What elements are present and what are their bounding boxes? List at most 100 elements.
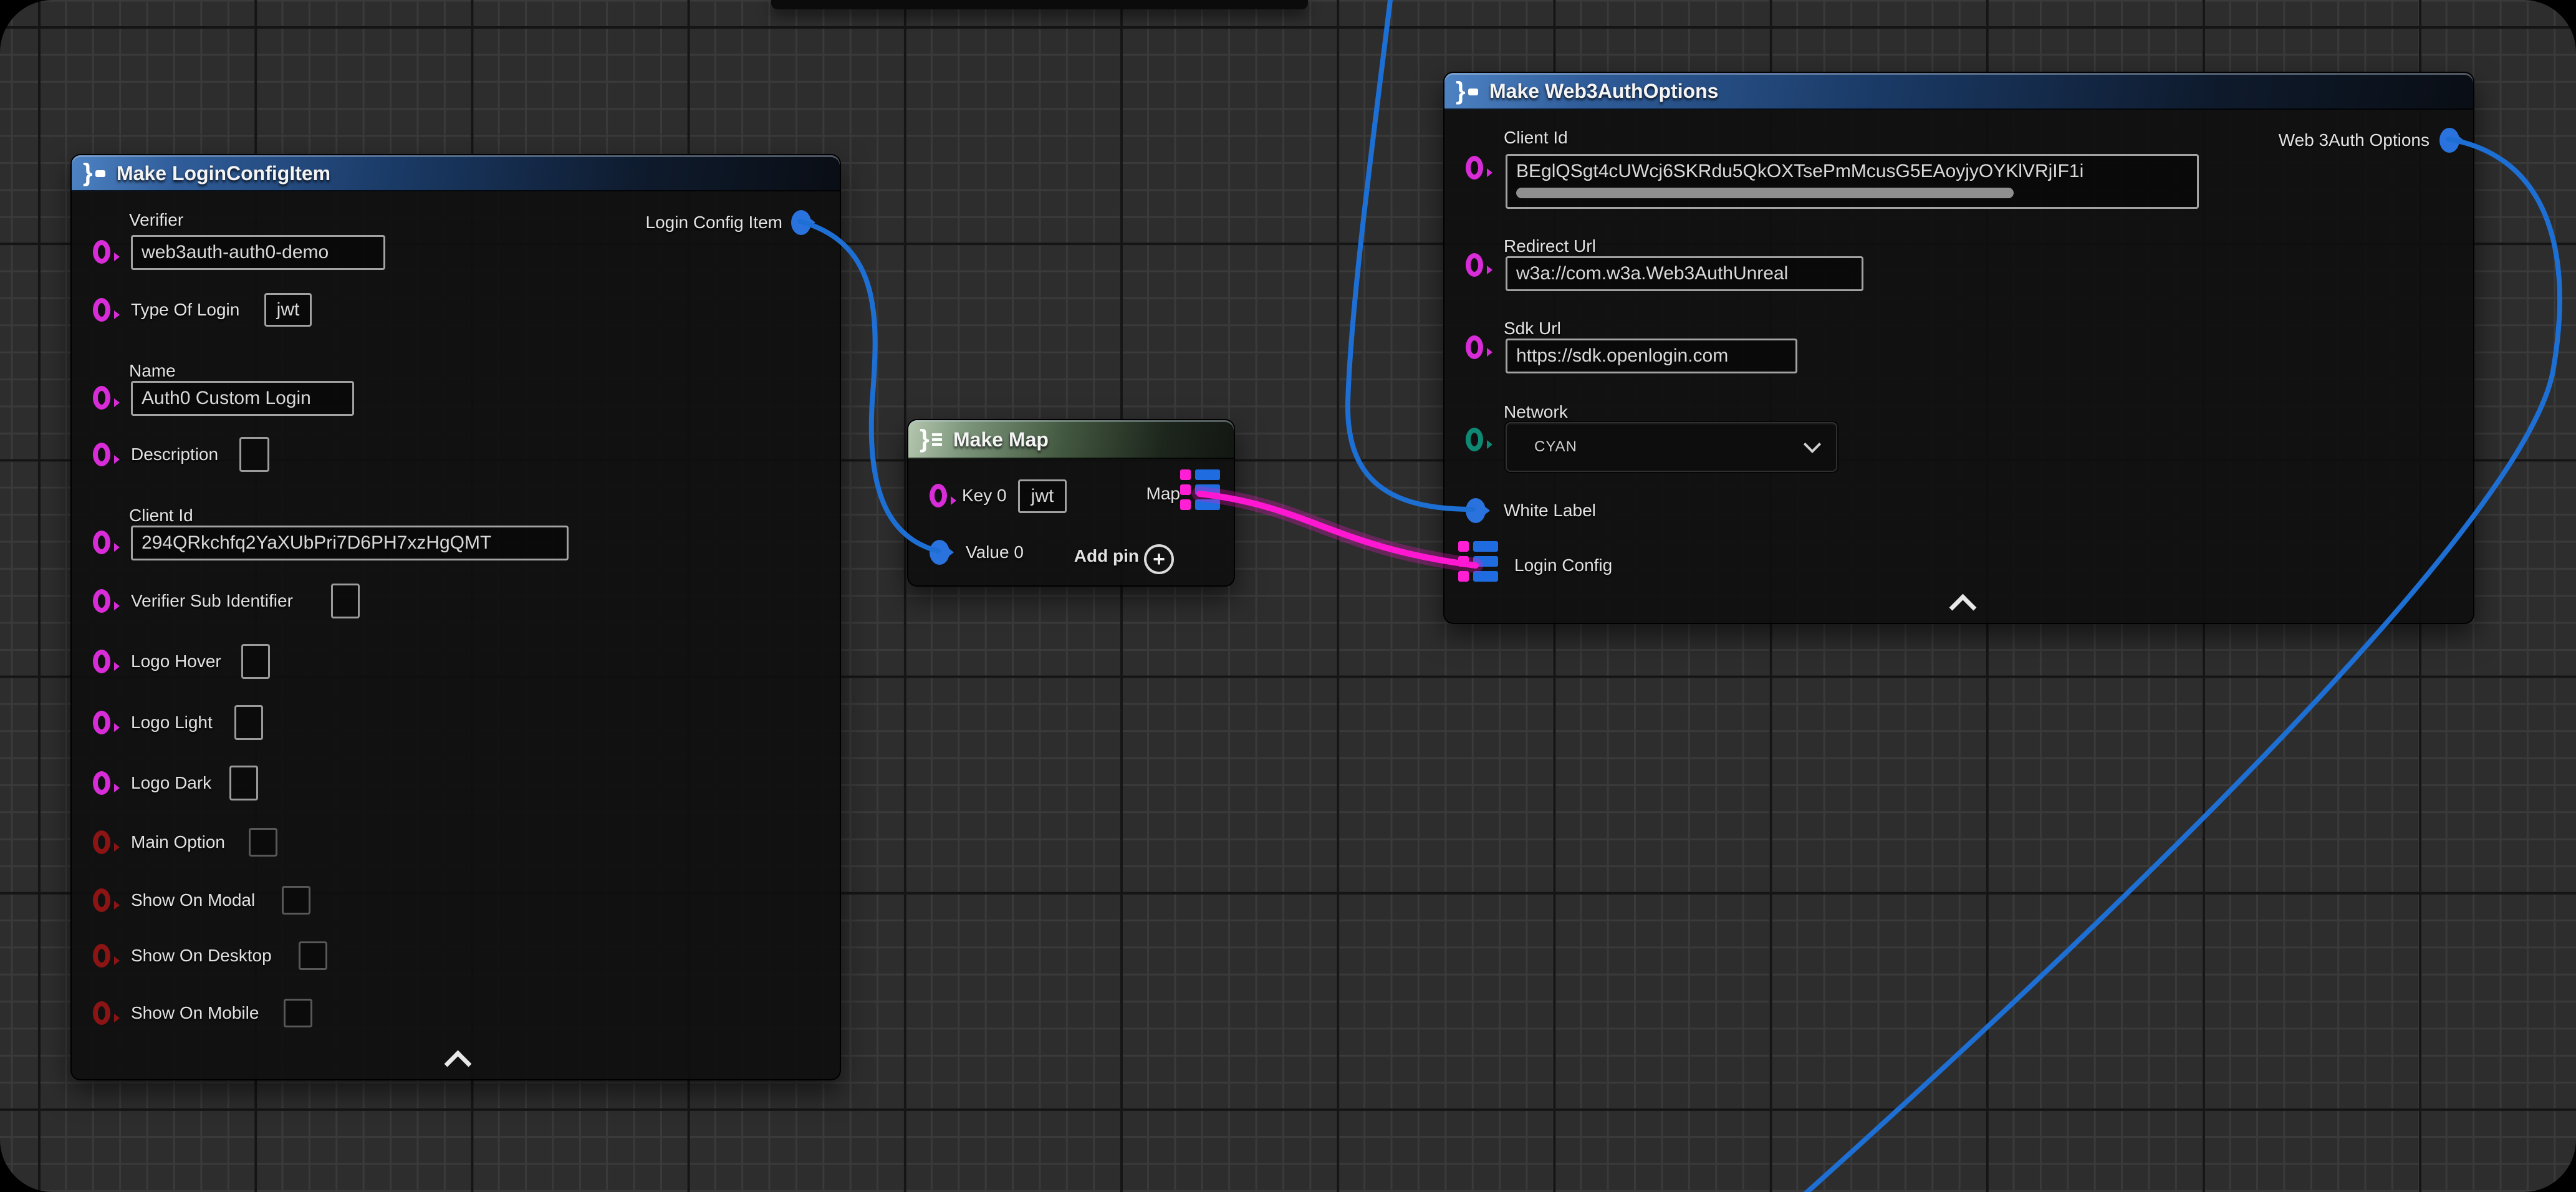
svg-text:}: } bbox=[83, 160, 93, 186]
input-pin-logo-dark[interactable] bbox=[93, 771, 110, 795]
output-pin-label: Web 3Auth Options bbox=[2279, 130, 2429, 150]
output-pin[interactable] bbox=[791, 210, 811, 235]
chevron-down-icon bbox=[1804, 436, 1821, 453]
blueprint-graph-canvas[interactable]: } Make LoginConfigItem Login Config Item Ve… bbox=[0, 0, 2576, 1192]
node-make-map[interactable]: } Make Map Map Key 0 jwt Value 0 Add pin+ bbox=[907, 419, 1235, 587]
pin-label-key-0: Key 0 bbox=[962, 486, 1007, 506]
text-field-verifier[interactable]: web3auth-auth0-demo bbox=[131, 235, 385, 270]
add-pin-label[interactable]: Add pin bbox=[1074, 546, 1139, 566]
text-field-redirect-url[interactable]: w3a://com.w3a.Web3AuthUnreal bbox=[1506, 256, 1863, 291]
pin-label-sdk-url: Sdk Url bbox=[1504, 319, 1561, 339]
field-value-redirect-url: w3a://com.w3a.Web3AuthUnreal bbox=[1516, 263, 1788, 284]
make-struct-icon: } bbox=[83, 160, 108, 187]
input-pin-verifier-sub-identifier[interactable] bbox=[93, 589, 110, 613]
node-make-loginconfigitem[interactable]: } Make LoginConfigItem Login Config Item Ve… bbox=[70, 154, 841, 1080]
collapse-chevron-icon[interactable] bbox=[445, 1050, 472, 1078]
pin-label-logo-light: Logo Light bbox=[131, 713, 213, 733]
text-field-sdk-url[interactable]: https://sdk.openlogin.com bbox=[1506, 339, 1797, 373]
input-pin-value-0[interactable] bbox=[930, 540, 949, 565]
input-pin-client-id[interactable] bbox=[93, 531, 110, 554]
input-pin-show-on-mobile[interactable] bbox=[93, 1001, 110, 1025]
make-map-icon: } bbox=[920, 426, 944, 453]
input-pin-sdk-url[interactable] bbox=[1466, 335, 1483, 359]
checkbox-show-on-modal[interactable] bbox=[282, 886, 310, 915]
node-header[interactable]: } Make Web3AuthOptions bbox=[1444, 73, 2473, 110]
pin-label-verifier: Verifier bbox=[129, 210, 183, 230]
horizontal-scrollbar[interactable] bbox=[1516, 188, 2014, 198]
pin-label-client-id: Client Id bbox=[1504, 128, 1568, 148]
svg-text:}: } bbox=[1456, 78, 1466, 105]
input-pin-verifier[interactable] bbox=[93, 240, 110, 264]
field-value-client-id: 294QRkchfq2YaXUbPri7D6PH7xzHgQMT bbox=[142, 532, 491, 554]
add-pin-button[interactable]: + bbox=[1144, 544, 1174, 574]
field-value-sdk-url: https://sdk.openlogin.com bbox=[1516, 345, 1728, 367]
node-header[interactable]: } Make Map bbox=[908, 420, 1234, 459]
input-pin-show-on-desktop[interactable] bbox=[93, 944, 110, 968]
wire-map-to-loginconfig[interactable] bbox=[1199, 494, 1476, 565]
input-pin-network[interactable] bbox=[1466, 428, 1483, 451]
pin-label-value-0: Value 0 bbox=[966, 542, 1024, 562]
field-value-client-id: BEglQSgt4cUWcj6SKRdu5QkOXTsePmMcusG5EAoy… bbox=[1516, 161, 2083, 182]
input-pin-redirect-url[interactable] bbox=[1466, 253, 1483, 277]
text-field-logo-dark[interactable] bbox=[229, 766, 258, 800]
input-pin-login-config[interactable] bbox=[1458, 541, 1499, 590]
text-field-type-of-login[interactable]: jwt bbox=[264, 293, 312, 327]
input-pin-type-of-login[interactable] bbox=[93, 298, 110, 322]
pin-label-logo-dark: Logo Dark bbox=[131, 773, 211, 793]
node-title: Make Map bbox=[953, 428, 1049, 451]
input-pin-logo-light[interactable] bbox=[93, 711, 110, 734]
pin-label-redirect-url: Redirect Url bbox=[1504, 236, 1596, 256]
output-pin-label: Map bbox=[1146, 484, 1180, 504]
offscreen-node-edge bbox=[771, 0, 1308, 9]
output-pin-map[interactable] bbox=[1180, 469, 1221, 518]
pin-label-show-on-desktop: Show On Desktop bbox=[131, 946, 272, 966]
pin-label-name: Name bbox=[129, 361, 176, 381]
pin-label-show-on-modal: Show On Modal bbox=[131, 890, 255, 910]
dropdown-value-network: CYAN bbox=[1534, 438, 1577, 456]
pin-label-network: Network bbox=[1504, 402, 1568, 422]
text-field-client-id[interactable]: 294QRkchfq2YaXUbPri7D6PH7xzHgQMT bbox=[131, 526, 569, 560]
output-pin[interactable] bbox=[2439, 128, 2459, 153]
node-make-web3authoptions[interactable]: } Make Web3AuthOptions Web 3Auth Options Cl… bbox=[1443, 72, 2474, 624]
text-field-key-0[interactable]: jwt bbox=[1018, 479, 1067, 513]
input-pin-main-option[interactable] bbox=[93, 830, 110, 854]
node-title: Make Web3AuthOptions bbox=[1489, 80, 1718, 103]
text-field-client-id[interactable]: BEglQSgt4cUWcj6SKRdu5QkOXTsePmMcusG5EAoy… bbox=[1506, 154, 2199, 209]
node-title: Make LoginConfigItem bbox=[117, 162, 330, 185]
output-pin-label: Login Config Item bbox=[646, 213, 782, 233]
checkbox-main-option[interactable] bbox=[249, 828, 277, 857]
pin-label-description: Description bbox=[131, 445, 218, 464]
text-field-description[interactable] bbox=[239, 437, 269, 472]
field-value-verifier: web3auth-auth0-demo bbox=[142, 242, 329, 263]
checkbox-show-on-mobile[interactable] bbox=[284, 999, 312, 1027]
dropdown-network[interactable]: CYAN bbox=[1506, 422, 1837, 472]
pin-label-verifier-sub-identifier: Verifier Sub Identifier bbox=[131, 591, 293, 611]
pin-label-type-of-login: Type Of Login bbox=[131, 300, 239, 320]
text-field-verifier-sub-identifier[interactable] bbox=[331, 584, 360, 618]
input-pin-white-label[interactable] bbox=[1466, 498, 1486, 523]
text-field-name[interactable]: Auth0 Custom Login bbox=[131, 381, 354, 416]
input-pin-client-id[interactable] bbox=[1466, 156, 1483, 180]
field-value-key-0: jwt bbox=[1031, 486, 1054, 507]
input-pin-show-on-modal[interactable] bbox=[93, 888, 110, 912]
input-pin-name[interactable] bbox=[93, 386, 110, 410]
pin-label-login-config: Login Config bbox=[1514, 555, 1612, 575]
make-struct-icon: } bbox=[1456, 78, 1481, 105]
collapse-chevron-icon[interactable] bbox=[1949, 594, 1977, 622]
node-header[interactable]: } Make LoginConfigItem bbox=[72, 155, 840, 191]
input-pin-description[interactable] bbox=[93, 443, 110, 466]
pin-label-client-id: Client Id bbox=[129, 506, 193, 526]
pin-label-white-label: White Label bbox=[1504, 501, 1596, 521]
text-field-logo-hover[interactable] bbox=[241, 644, 270, 679]
pin-label-main-option: Main Option bbox=[131, 832, 225, 852]
input-pin-key-0[interactable] bbox=[930, 484, 947, 507]
checkbox-show-on-desktop[interactable] bbox=[299, 941, 327, 970]
wire-map-to-loginconfig-glow bbox=[1199, 494, 1476, 565]
pin-label-show-on-mobile: Show On Mobile bbox=[131, 1003, 259, 1023]
svg-text:}: } bbox=[920, 426, 930, 453]
field-value-type-of-login: jwt bbox=[277, 299, 300, 320]
field-value-name: Auth0 Custom Login bbox=[142, 388, 311, 409]
text-field-logo-light[interactable] bbox=[234, 705, 263, 740]
input-pin-logo-hover[interactable] bbox=[93, 650, 110, 673]
pin-label-logo-hover: Logo Hover bbox=[131, 651, 221, 671]
